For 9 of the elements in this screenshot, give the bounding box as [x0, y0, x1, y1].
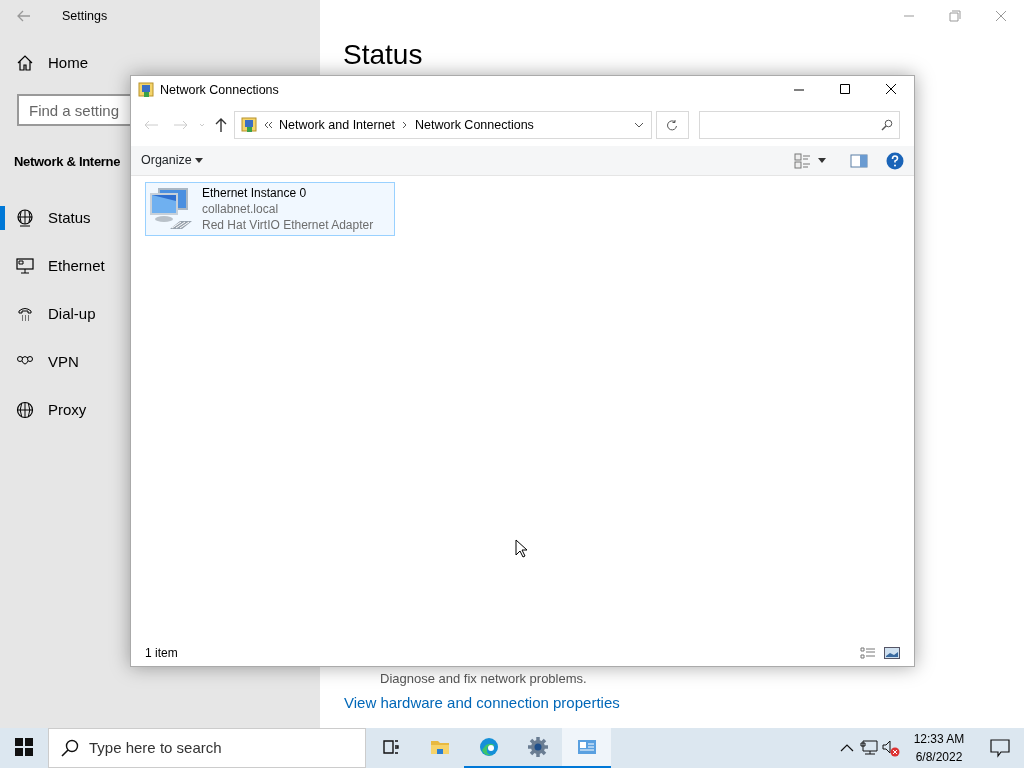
- item-name: Ethernet Instance 0: [202, 185, 308, 201]
- section-heading: Network & Interne: [14, 153, 121, 171]
- item-domain: collabnet.local: [202, 201, 280, 217]
- window-title: Settings: [62, 7, 108, 25]
- status-text: 1 item: [145, 645, 179, 662]
- window-title: Network Connections: [160, 81, 280, 99]
- description-text: Diagnose and fix network problems.: [380, 670, 587, 688]
- page-title: Status: [343, 38, 423, 72]
- item-adapter: Red Hat VirtIO Ethernet Adapter: [202, 217, 374, 233]
